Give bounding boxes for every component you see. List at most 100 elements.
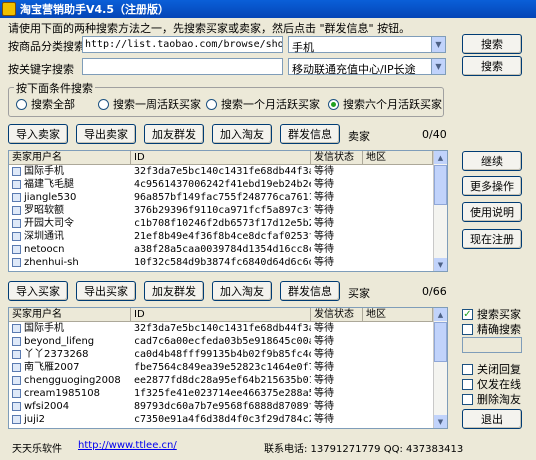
status-cell: 等待 <box>314 349 334 360</box>
id-cell: 89793dc60a7b7e9568f6888d87089f04 <box>134 401 311 412</box>
radio-dot-selected <box>328 98 339 110</box>
app-icon <box>2 2 16 16</box>
user-name-cell: 罗昭软额 <box>9 204 131 217</box>
radio-search-month[interactable]: 搜索一个月活跃买家 <box>206 96 320 112</box>
website-link[interactable]: http://www.ttlee.cn/ <box>78 440 177 451</box>
seller-table[interactable]: 卖家用户名 ID 发信状态 地区 国际手机 32f3da7e5bc140c1431… <box>8 150 448 272</box>
status-cell: 等待 <box>314 231 334 242</box>
only-online-checkbox[interactable]: 仅发在线 <box>462 376 521 392</box>
category-search-button[interactable]: 搜索 <box>462 34 522 54</box>
keyword-category-select[interactable]: 移动联通充值中心/IP长途 ▼ <box>288 58 446 76</box>
buyer-table[interactable]: 买家用户名 ID 发信状态 地区 国际手机 32f3da7e5bc140c1431… <box>8 307 448 429</box>
category-url-input[interactable]: http://list.taobao.com/browse/shop-13.ht <box>82 36 283 53</box>
buyer-table-row[interactable]: 南飞雁2007 fbe7564c849ea39e52823c1464e0f70d 等… <box>9 361 447 374</box>
buyer-mass-add-button[interactable]: 加友群发 <box>144 281 204 301</box>
buyer-send-message-button[interactable]: 群发信息 <box>280 281 340 301</box>
seller-section-label: 卖家 <box>348 130 370 143</box>
buyer-section-label: 买家 <box>348 287 370 300</box>
exit-button[interactable]: 退出 <box>462 409 522 429</box>
chevron-down-icon[interactable]: ▼ <box>431 37 445 52</box>
keyword-search-button[interactable]: 搜索 <box>462 56 522 76</box>
column-header[interactable]: 卖家用户名 <box>9 151 131 164</box>
column-header[interactable]: 发信状态 <box>311 308 363 321</box>
radio-search-week[interactable]: 搜索一周活跃买家 <box>98 96 201 112</box>
search-buyer-checkbox[interactable]: ✓ 搜索买家 <box>462 306 521 322</box>
buyer-add-friend-button[interactable]: 加入淘友 <box>212 281 272 301</box>
id-cell: 96a857bf149fac755f248776ca7611cb <box>134 192 311 203</box>
export-buyers-button[interactable]: 导出买家 <box>76 281 136 301</box>
import-buyers-button[interactable]: 导入买家 <box>8 281 68 301</box>
seller-table-row[interactable]: 福建飞毛腿 4c9561437006242f41ebd19eb24b2e7d 等待 <box>9 178 447 191</box>
seller-table-row[interactable]: zhenhui-sh 10f32c584d9b3874fc6840d64d6c6d… <box>9 256 447 269</box>
status-cell: 等待 <box>314 166 334 177</box>
radio-search-all[interactable]: 搜索全部 <box>16 96 75 112</box>
import-sellers-button[interactable]: 导入卖家 <box>8 124 68 144</box>
user-icon <box>12 414 21 424</box>
scroll-up-icon[interactable]: ▲ <box>434 151 447 164</box>
user-name-cell: 国际手机 <box>9 165 131 178</box>
buyer-table-row[interactable]: 国际手机 32f3da7e5bc140c1431fe68db44f3a74 等待 <box>9 322 447 335</box>
precise-search-checkbox[interactable]: 精确搜索 <box>462 321 521 337</box>
radio-search-six-months[interactable]: 搜索六个月活跃买家 <box>328 96 442 112</box>
buyer-table-row[interactable]: 丫丫2373268 ca0d4b48fff99135b4b02f9b85fc4d 等… <box>9 348 447 361</box>
user-icon <box>12 244 21 254</box>
buyer-table-scrollbar[interactable]: ▲ ▼ <box>433 308 447 428</box>
user-icon <box>12 349 21 359</box>
keyword-input[interactable] <box>82 58 283 75</box>
seller-table-row[interactable]: 国际手机 32f3da7e5bc140c1431fe68db44f3a74 等待 <box>9 165 447 178</box>
scroll-down-icon[interactable]: ▼ <box>434 415 447 428</box>
side-input[interactable] <box>462 337 522 353</box>
category-select[interactable]: 手机 ▼ <box>288 36 446 54</box>
status-cell: 等待 <box>314 244 334 255</box>
buyer-table-row[interactable]: juji2c7350e91a4f6d38d4f0c3f29d784c2f1b等待 <box>9 413 447 426</box>
category-select-value: 手机 <box>292 41 314 54</box>
delete-friend-checkbox[interactable]: 删除淘友 <box>462 391 521 407</box>
user-icon <box>12 179 21 189</box>
buyer-table-row[interactable]: beyond_lifeng cad7c6a00ecfeda03b5e918645c… <box>9 335 447 348</box>
user-name-cell: netoocn <box>9 243 131 256</box>
scroll-down-icon[interactable]: ▼ <box>434 258 447 271</box>
seller-table-row[interactable]: netoocn a38f28a5caa0039784d1354d16cc8c7a 等… <box>9 243 447 256</box>
user-name-cell: beyond_lifeng <box>9 335 131 348</box>
seller-table-row[interactable]: 深圳通讯 21ef8b49e4f36f8b4ce8dcfaf0253fe2 等待 <box>9 230 447 243</box>
more-actions-button[interactable]: 更多操作 <box>462 176 522 196</box>
column-header[interactable]: 地区 <box>363 308 433 321</box>
seller-mass-add-button[interactable]: 加友群发 <box>144 124 204 144</box>
seller-send-message-button[interactable]: 群发信息 <box>280 124 340 144</box>
buyer-table-row[interactable]: wfsi2004 89793dc60a7b7e9568f6888d87089f04… <box>9 400 447 413</box>
seller-table-row[interactable]: jiangle530 96a857bf149fac755f248776ca7611… <box>9 191 447 204</box>
buyer-table-row[interactable]: chengguoging2008 ee2877fd8dc28a95ef64b215… <box>9 374 447 387</box>
checkbox <box>462 378 473 390</box>
id-cell: 32f3da7e5bc140c1431fe68db44f3a74 <box>134 166 311 177</box>
status-cell: 等待 <box>314 179 334 190</box>
scroll-thumb[interactable] <box>434 322 447 362</box>
column-header[interactable]: ID <box>131 308 311 321</box>
user-name-cell: wfsi2004 <box>9 400 131 413</box>
user-name-cell: jiangle530 <box>9 191 131 204</box>
radio-dot <box>98 98 109 110</box>
column-header[interactable]: 发信状态 <box>311 151 363 164</box>
close-reply-checkbox[interactable]: 关闭回复 <box>462 361 521 377</box>
scroll-thumb[interactable] <box>434 165 447 205</box>
help-button[interactable]: 使用说明 <box>462 202 522 222</box>
column-header[interactable]: 买家用户名 <box>9 308 131 321</box>
seller-table-row[interactable]: 罗昭软额 376b29396f9110ca971fcf5a897c3f1f 等待 <box>9 204 447 217</box>
seller-count: 0/40 <box>422 128 447 141</box>
continue-button[interactable]: 继续 <box>462 151 522 171</box>
scroll-up-icon[interactable]: ▲ <box>434 308 447 321</box>
window-title: 淘宝营销助手V4.5（注册版） <box>20 3 169 16</box>
user-icon <box>12 362 21 372</box>
id-cell: 4c9561437006242f41ebd19eb24b2e7d <box>134 179 311 190</box>
register-button[interactable]: 现在注册 <box>462 229 522 249</box>
seller-table-scrollbar[interactable]: ▲ ▼ <box>433 151 447 271</box>
chevron-down-icon[interactable]: ▼ <box>431 59 445 74</box>
column-header[interactable]: ID <box>131 151 311 164</box>
buyer-table-row[interactable]: cream1985108 1f325fe41e023714ee466375e288… <box>9 387 447 400</box>
column-header[interactable]: 地区 <box>363 151 433 164</box>
status-cell: 等待 <box>314 336 334 347</box>
seller-add-friend-button[interactable]: 加入淘友 <box>212 124 272 144</box>
export-sellers-button[interactable]: 导出卖家 <box>76 124 136 144</box>
seller-table-row[interactable]: 开园大司令c1b708f10246f2db6573f17d12e5b2a268等… <box>9 217 447 230</box>
status-cell: 等待 <box>314 388 334 399</box>
user-icon <box>12 336 21 346</box>
